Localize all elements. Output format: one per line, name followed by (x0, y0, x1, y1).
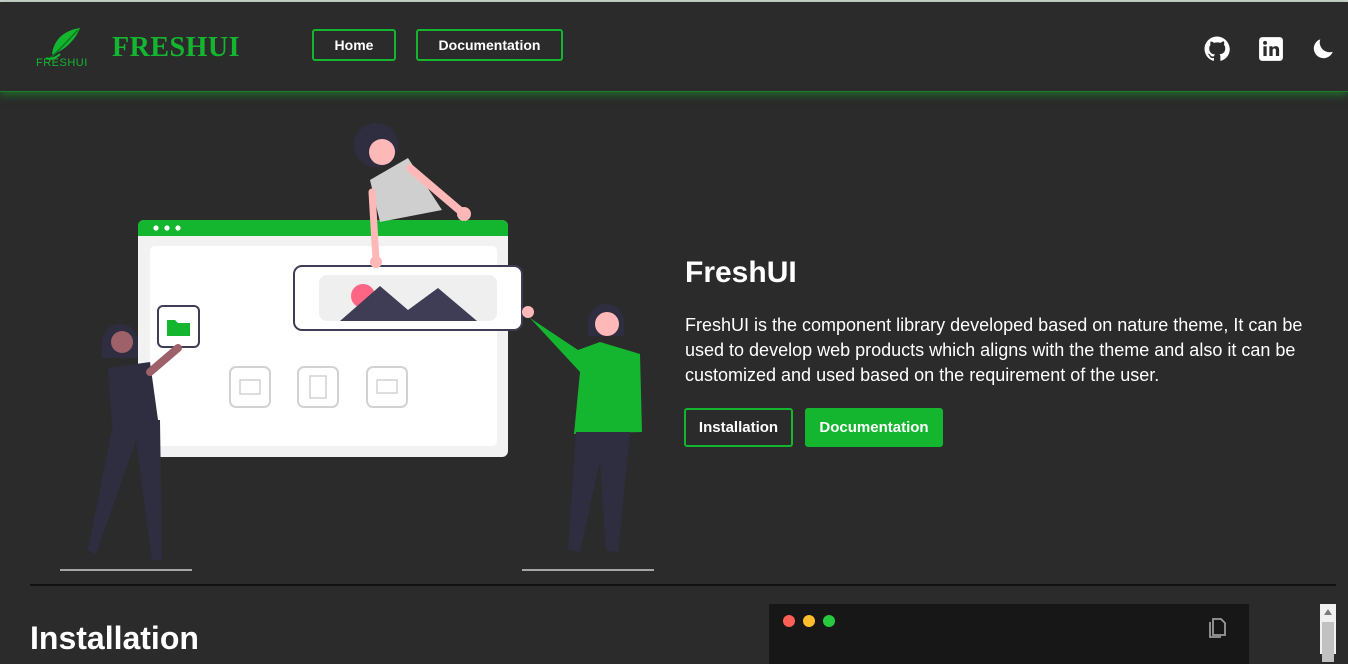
hero-description: FreshUI is the component library develop… (685, 315, 1303, 385)
installation-button[interactable]: Installation (684, 408, 793, 447)
linkedin-icon[interactable] (1258, 36, 1284, 62)
documentation-nav-button[interactable]: Documentation (416, 29, 563, 61)
page-scrollbar[interactable] (1320, 604, 1336, 662)
hero-title: FreshUI (685, 256, 797, 289)
scroll-thumb[interactable] (1322, 622, 1334, 662)
logo-text: FRESHUI (36, 57, 88, 69)
home-nav-button[interactable]: Home (312, 29, 396, 61)
hero-illustration (60, 123, 654, 571)
navbar: FRESHUI FRESHUI Home Documentation (0, 2, 1348, 92)
scroll-up-arrow-icon[interactable] (1320, 604, 1336, 620)
installation-section-title: Installation (30, 620, 199, 656)
documentation-button[interactable]: Documentation (805, 408, 943, 447)
red-dot-icon (783, 615, 795, 627)
copy-icon[interactable] (1207, 616, 1227, 640)
yellow-dot-icon (803, 615, 815, 627)
code-block (769, 604, 1249, 664)
green-dot-icon (823, 615, 835, 627)
github-icon[interactable] (1204, 36, 1230, 62)
moon-icon[interactable] (1310, 36, 1336, 62)
brand-name[interactable]: FRESHUI (112, 32, 240, 64)
section-divider (30, 584, 1336, 586)
